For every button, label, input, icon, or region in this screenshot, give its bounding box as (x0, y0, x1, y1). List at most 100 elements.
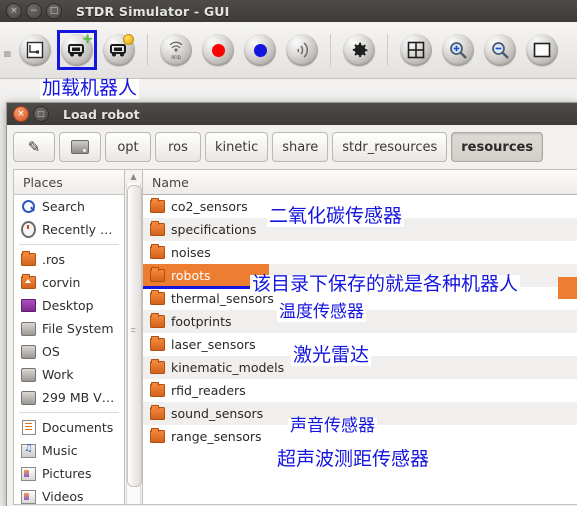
fit-button[interactable] (523, 31, 561, 69)
places-item-volume[interactable]: 299 MB V… (14, 386, 124, 409)
places-item-videos[interactable]: Videos (14, 485, 124, 504)
main-close-button[interactable]: × (6, 3, 22, 19)
gear-icon (343, 34, 375, 66)
file-name: rfid_readers (171, 383, 246, 398)
places-item-desktop[interactable]: Desktop (14, 294, 124, 317)
table-row[interactable]: noises (143, 241, 577, 264)
robot-edit-icon (103, 34, 135, 66)
breadcrumb-opt[interactable]: opt (105, 132, 151, 162)
scrollbar-trough[interactable]: ━ ━ (126, 183, 142, 504)
scroll-up-arrow-icon[interactable]: ▲ (126, 170, 141, 183)
dialog-maximize-button[interactable]: □ (33, 106, 49, 122)
dialog-titlebar: × □ Load robot (7, 103, 577, 125)
main-minimize-button[interactable]: − (26, 3, 42, 19)
places-item-label: .ros (42, 252, 65, 267)
annotation-laser-sensors: 激光雷达 (291, 344, 372, 366)
places-item-label: Search (42, 199, 85, 214)
file-name: specifications (171, 222, 257, 237)
dialog-pathbar: ✎ opt ros kinetic share stdr_resources r… (7, 125, 577, 169)
breadcrumb-share[interactable]: share (272, 132, 329, 162)
table-row[interactable]: rfid_readers (143, 379, 577, 402)
places-item-label: Recently … (42, 222, 113, 237)
fit-screen-icon (526, 34, 558, 66)
places-item-documents[interactable]: Documents (14, 416, 124, 439)
places-item-ros[interactable]: .ros (14, 248, 124, 271)
toolbar-grip[interactable]: ━ ━ ━ (4, 47, 14, 62)
main-toolbar: ━ ━ ━ + RFID (0, 22, 577, 79)
drive-icon (21, 367, 36, 382)
folder-icon (150, 428, 165, 444)
toolbar-separator-1 (147, 34, 148, 66)
zoom-out-button[interactable] (481, 31, 519, 69)
zoom-out-icon (484, 34, 516, 66)
places-item-corvin[interactable]: corvin (14, 271, 124, 294)
robot-add-icon: + (61, 32, 93, 66)
scrollbar-thumb[interactable] (127, 185, 142, 487)
desktop-icon (21, 298, 36, 313)
file-list-column-header[interactable]: Name (143, 170, 577, 195)
folder-icon (150, 198, 165, 214)
breadcrumb-resources[interactable]: resources (451, 132, 544, 162)
drive-icon (21, 321, 36, 336)
places-item-label: Videos (42, 489, 84, 504)
main-window-controls: × − □ (0, 3, 62, 19)
hard-drive-icon (71, 140, 89, 154)
zoom-in-button[interactable] (439, 31, 477, 69)
places-item-pictures[interactable]: Pictures (14, 462, 124, 485)
file-name: footprints (171, 314, 232, 329)
robot-properties-button[interactable] (100, 31, 138, 69)
places-item-file-system[interactable]: File System (14, 317, 124, 340)
breadcrumb-stdr-resources[interactable]: stdr_resources (332, 132, 448, 162)
main-titlebar: × − □ STDR Simulator - GUI (0, 0, 577, 22)
annotation-robots: 该目录下保存的就是各种机器人 (250, 273, 521, 295)
toolbar-separator-2 (330, 34, 331, 66)
home-folder-icon (21, 274, 36, 290)
load-map-button[interactable] (16, 31, 54, 69)
map-icon (19, 34, 51, 66)
places-scrollbar[interactable]: ▲ ━ ━ (124, 169, 143, 505)
main-maximize-button[interactable]: □ (46, 3, 62, 19)
load-robot-button[interactable]: + (57, 30, 97, 70)
places-separator-1 (19, 244, 119, 245)
filesystem-root-button[interactable] (59, 132, 101, 162)
drive-icon (21, 344, 36, 359)
places-item-os[interactable]: OS (14, 340, 124, 363)
dialog-close-button[interactable]: × (13, 106, 29, 122)
rfid-wave-icon: RFID (160, 34, 192, 66)
record-button[interactable] (199, 31, 237, 69)
sound-button[interactable] (283, 31, 321, 69)
plus-badge-icon: + (82, 32, 93, 47)
places-item-label: OS (42, 344, 60, 359)
sonar-button[interactable]: RFID (157, 31, 195, 69)
red-dot-icon (202, 34, 234, 66)
places-panel: Places Search Recently … .ros corvin Des… (13, 169, 124, 505)
folder-icon (150, 290, 165, 306)
dialog-title: Load robot (63, 106, 140, 122)
file-name: robots (171, 268, 211, 283)
annotation-robots-marker (558, 277, 577, 299)
folder-icon (150, 405, 165, 421)
recent-clock-icon (21, 221, 36, 238)
videos-icon (21, 489, 36, 504)
settings-button[interactable] (340, 31, 378, 69)
places-item-search[interactable]: Search (14, 195, 124, 218)
places-item-recently-used[interactable]: Recently … (14, 218, 124, 241)
pencil-icon: ✎ (27, 138, 41, 156)
annotation-co2-sensors: 二氧化碳传感器 (267, 205, 405, 227)
main-window-title: STDR Simulator - GUI (76, 3, 230, 19)
places-item-label: corvin (42, 275, 81, 290)
edit-path-button[interactable]: ✎ (13, 132, 55, 162)
places-item-label: 299 MB V… (42, 390, 115, 405)
grid-button[interactable] (397, 31, 435, 69)
places-item-label: Pictures (42, 466, 92, 481)
search-icon (21, 199, 36, 214)
pictures-icon (21, 466, 36, 481)
breadcrumb-ros[interactable]: ros (155, 132, 201, 162)
marker-button[interactable] (241, 31, 279, 69)
scrollbar-grip-icon: ━ ━ (131, 325, 136, 336)
places-item-work[interactable]: Work (14, 363, 124, 386)
places-item-label: Work (42, 367, 74, 382)
breadcrumb-kinetic[interactable]: kinetic (205, 132, 269, 162)
places-item-music[interactable]: Music (14, 439, 124, 462)
sound-wave-icon (286, 34, 318, 66)
